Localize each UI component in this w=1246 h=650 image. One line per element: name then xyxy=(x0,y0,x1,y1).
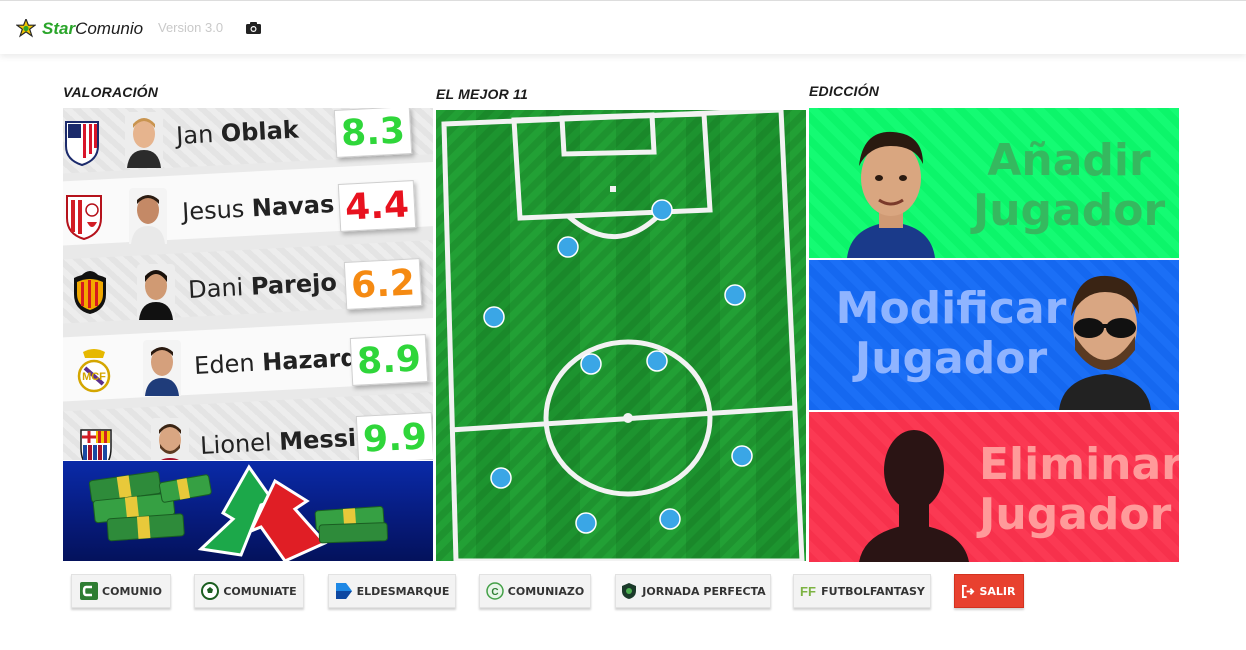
player-position-dot xyxy=(483,306,505,328)
player-score: 8.3 xyxy=(340,109,406,155)
pitch-title: EL MEJOR 11 xyxy=(436,86,528,102)
link-label: ELDESMARQUE xyxy=(356,584,450,598)
remove-player-card[interactable]: Eliminar Jugador xyxy=(809,412,1179,562)
score-box: 9.9 xyxy=(355,412,433,460)
comunio-icon xyxy=(80,582,99,600)
svg-text:MCF: MCF xyxy=(82,371,106,383)
sevilla-crest-icon xyxy=(66,195,102,240)
rating-row-navas[interactable]: Jesus Navas 4.4 xyxy=(63,161,433,252)
brand-prefix: Star xyxy=(42,19,76,38)
player-last-name: Parejo xyxy=(250,268,338,301)
player-silhouette-icon xyxy=(859,430,969,562)
player-first-name: Jan xyxy=(175,120,214,150)
score-box: 8.3 xyxy=(333,108,413,158)
player-position-dot xyxy=(659,508,681,530)
comuniazo-link-button[interactable]: C COMUNIAZO xyxy=(479,574,591,608)
modify-line-2: Jugador xyxy=(854,333,1048,384)
player-position-dot xyxy=(724,284,746,306)
modify-player-card[interactable]: Modificar Jugador xyxy=(809,260,1179,410)
add-player-label: Añadir Jugador xyxy=(969,136,1169,236)
market-banner[interactable] xyxy=(63,461,433,561)
score-box: 4.4 xyxy=(337,180,417,232)
modify-line-1: Modificar xyxy=(835,283,1067,334)
player-first-name: Lionel xyxy=(199,428,273,460)
market-illustration xyxy=(88,464,388,561)
sign-out-icon xyxy=(962,584,975,598)
player-position-dot xyxy=(490,467,512,489)
score-box: 8.9 xyxy=(349,334,429,386)
player-position-dot xyxy=(731,445,753,467)
link-label: COMUNIAZO xyxy=(507,584,585,598)
player-score: 6.2 xyxy=(350,261,416,307)
ball-icon xyxy=(201,582,220,600)
remove-line-1: Eliminar xyxy=(979,439,1179,490)
eldesmarque-icon xyxy=(335,583,352,599)
player-score: 8.9 xyxy=(356,337,422,383)
player-last-name: Navas xyxy=(251,190,335,223)
star-badge-icon xyxy=(16,19,36,38)
exit-label: SALIR xyxy=(979,584,1016,598)
player-first-name: Dani xyxy=(187,273,245,304)
pitch-drawing xyxy=(436,110,806,561)
jornada-perfecta-link-button[interactable]: JORNADA PERFECTA xyxy=(615,574,771,608)
player-score: 4.4 xyxy=(344,183,410,229)
eldesmarque-link-button[interactable]: ELDESMARQUE xyxy=(328,574,456,608)
top-navbar: StarComunio Version 3.0 xyxy=(0,0,1246,54)
player-last-name: Messi xyxy=(278,423,357,456)
player-last-name: Oblak xyxy=(220,115,300,148)
player-last-name: Hazard xyxy=(261,343,359,377)
version-label: Version 3.0 xyxy=(158,20,224,35)
link-label: COMUNIO xyxy=(102,584,162,598)
remove-line-2: Jugador xyxy=(979,489,1172,540)
player-photo-messi xyxy=(151,418,189,460)
ratings-title: VALORACIÓN xyxy=(63,84,159,100)
link-label: COMUNIATE xyxy=(223,584,297,598)
money-stack-small-icon xyxy=(314,505,388,544)
rating-row-parejo[interactable]: Dani Parejo 6.2 xyxy=(63,239,433,330)
brand-suffix: Comunio xyxy=(75,19,144,38)
futbolfantasy-link-button[interactable]: FF FUTBOLFANTASY xyxy=(793,574,931,608)
player-score: 9.9 xyxy=(362,415,428,460)
add-player-card[interactable]: Añadir Jugador xyxy=(809,108,1179,258)
player-first-name: Jesus xyxy=(181,194,245,226)
link-label: JORNADA PERFECTA xyxy=(642,584,766,598)
player-photo-hazard xyxy=(143,340,181,396)
brand-logo[interactable]: StarComunio xyxy=(16,17,143,41)
money-stack-icon xyxy=(88,471,212,542)
shield-icon xyxy=(622,583,637,599)
player-position-dot xyxy=(557,236,579,258)
score-box: 6.2 xyxy=(343,258,423,310)
player-photo-navas xyxy=(129,188,167,244)
best-eleven-pitch xyxy=(436,110,806,561)
player-position-dot xyxy=(575,512,597,534)
barcelona-crest-icon xyxy=(80,429,112,460)
player-first-name: Eden xyxy=(193,348,256,380)
exit-button[interactable]: SALIR xyxy=(954,574,1024,608)
player-portrait-hazard xyxy=(847,131,935,258)
add-line-2: Jugador xyxy=(972,185,1166,236)
player-photo-parejo xyxy=(137,264,175,320)
remove-player-label: Eliminar Jugador xyxy=(979,439,1179,540)
player-position-dot xyxy=(646,350,668,372)
player-position-dot xyxy=(651,199,673,221)
atletico-madrid-crest-icon xyxy=(65,121,99,166)
comuniate-link-button[interactable]: COMUNIATE xyxy=(194,574,304,608)
comuniazo-icon: C xyxy=(486,582,504,600)
edit-title: EDICCIÓN xyxy=(809,83,880,99)
brand-name: StarComunio xyxy=(42,19,143,39)
comunio-link-button[interactable]: COMUNIO xyxy=(71,574,171,608)
valencia-crest-icon xyxy=(74,271,106,314)
camera-icon[interactable] xyxy=(246,22,261,34)
real-madrid-crest-icon: MCF xyxy=(77,349,111,393)
add-line-1: Añadir xyxy=(987,135,1151,186)
player-photo-oblak xyxy=(125,112,163,168)
rating-row-messi[interactable]: Lionel Messi 9.9 xyxy=(63,391,433,460)
link-label: FUTBOLFANTASY xyxy=(821,584,925,598)
ratings-panel: Jan Oblak 8.3 Jesus Navas 4.4 Dani Parej… xyxy=(63,108,433,460)
svg-text:FF: FF xyxy=(800,584,816,599)
player-position-dot xyxy=(580,353,602,375)
ff-icon: FF xyxy=(800,584,816,599)
svg-text:C: C xyxy=(491,587,498,598)
modify-player-label: Modificar Jugador xyxy=(831,284,1071,384)
